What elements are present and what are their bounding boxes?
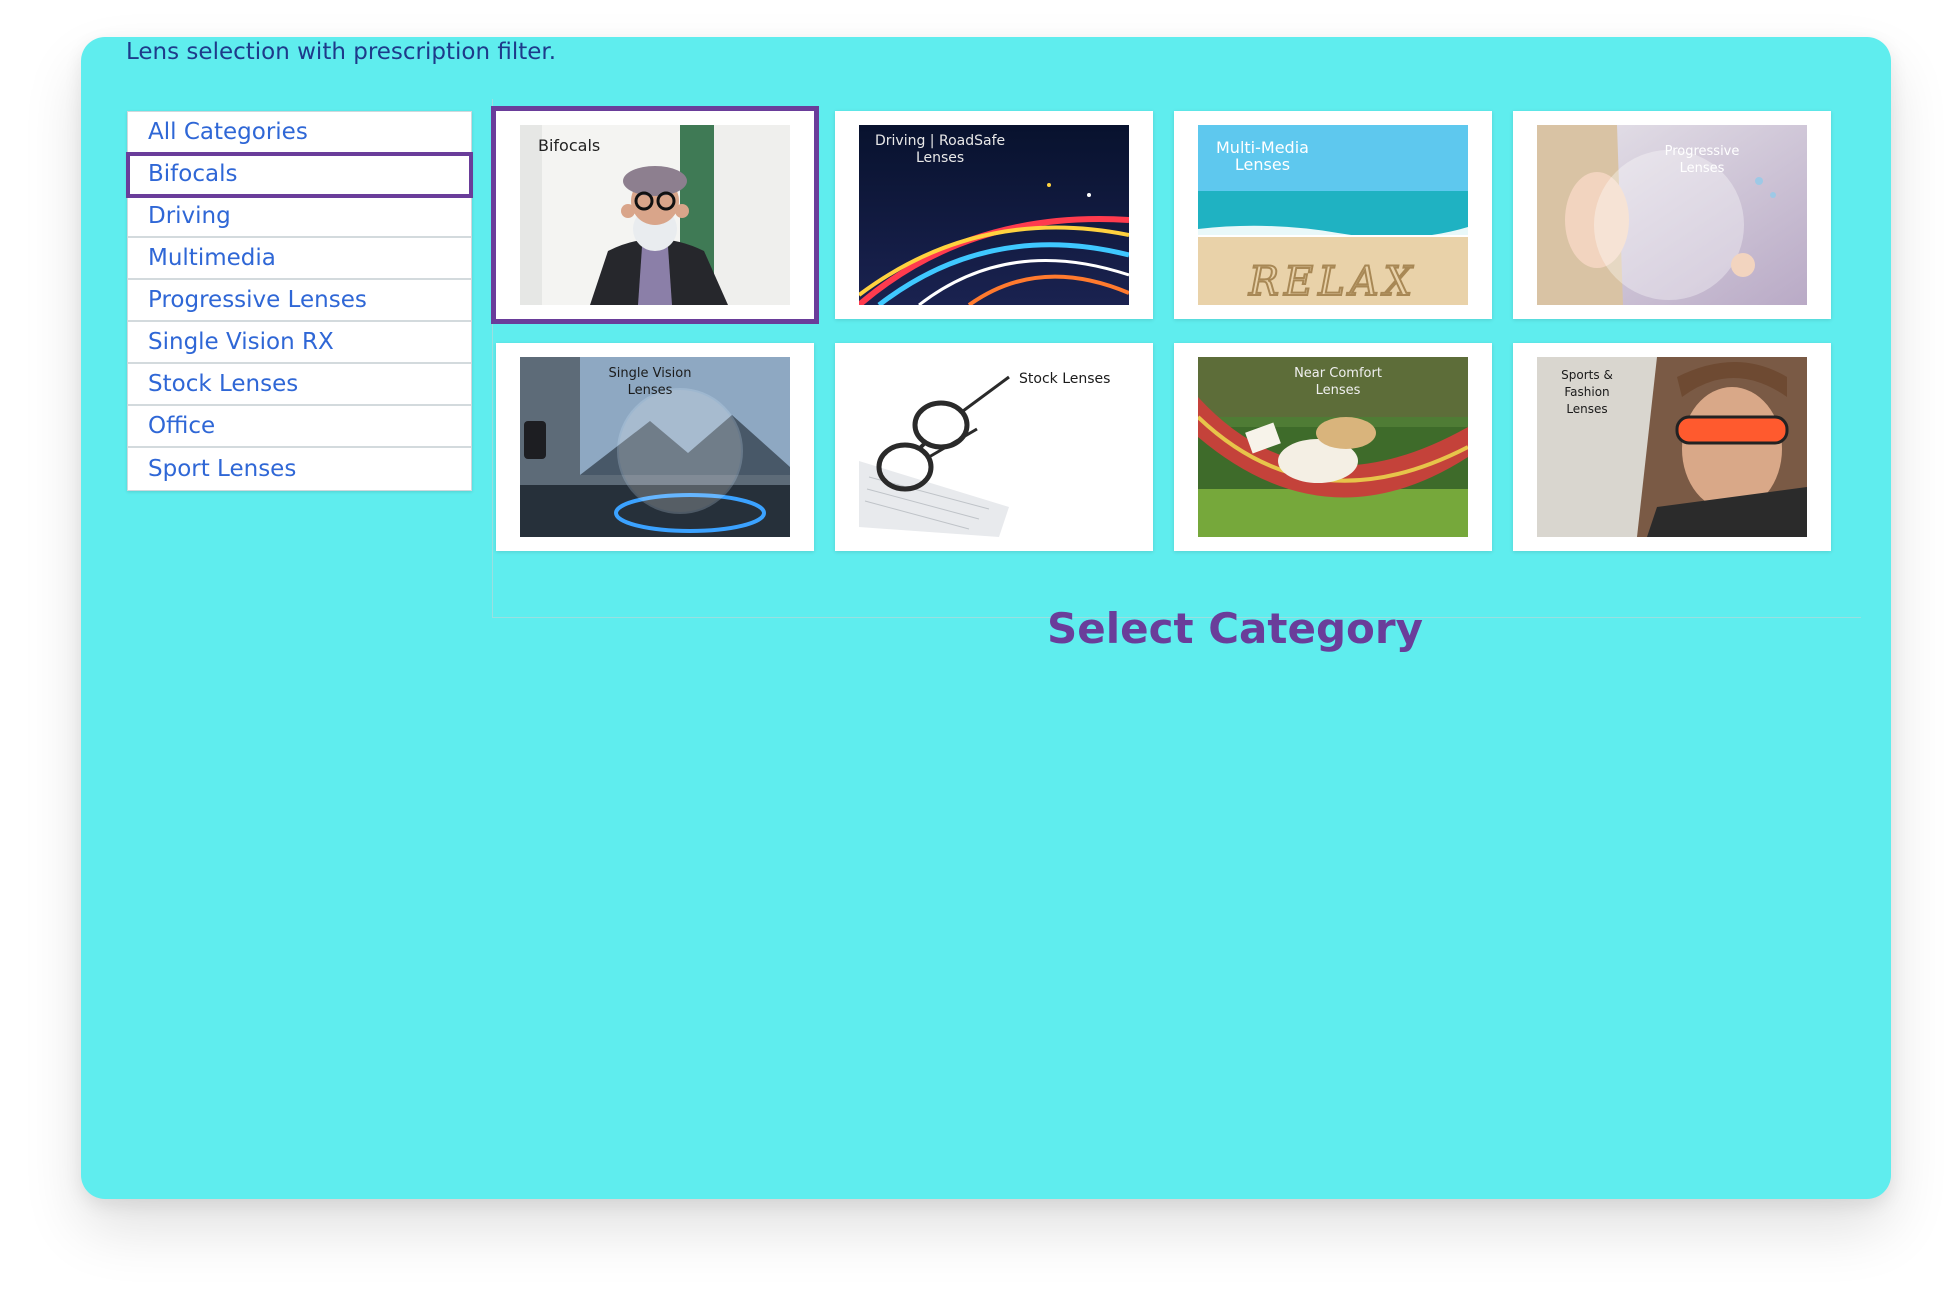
stock-lenses-image-text: Stock Lenses xyxy=(1019,371,1111,387)
multimedia-thumbnail: RELAX Multi-Media Lenses xyxy=(1198,125,1468,305)
sports-fashion-image-text: Sports & Fashion Lenses xyxy=(1561,368,1613,416)
sidebar-item-driving[interactable]: Driving xyxy=(128,196,471,238)
card-near-comfort[interactable]: Near Comfort Lenses xyxy=(1174,343,1492,551)
card-multimedia[interactable]: RELAX Multi-Media Lenses xyxy=(1174,111,1492,319)
category-sidebar: All Categories Bifocals Driving Multimed… xyxy=(126,111,473,491)
select-category-heading: Select Category xyxy=(1047,604,1423,653)
card-progressive-lenses[interactable]: Progressive Lenses xyxy=(1513,111,1831,319)
card-single-vision[interactable]: Single Vision Lenses xyxy=(496,343,814,551)
bifocals-thumbnail: Bifocals xyxy=(520,125,790,305)
driving-image-text: Driving | RoadSafe Lenses xyxy=(875,133,1006,166)
sidebar-item-stock-lenses[interactable]: Stock Lenses xyxy=(128,364,471,406)
card-sports-fashion[interactable]: Sports & Fashion Lenses xyxy=(1513,343,1831,551)
panel-caption: Lens selection with prescription filter. xyxy=(126,39,557,65)
multimedia-image-text: Multi-Media Lenses xyxy=(1216,138,1309,174)
near-comfort-image-text: Near Comfort Lenses xyxy=(1294,366,1382,398)
sidebar-item-office[interactable]: Office xyxy=(128,406,471,448)
svg-text:RELAX: RELAX xyxy=(1248,259,1417,305)
single-vision-thumbnail: Single Vision Lenses xyxy=(520,357,790,537)
sidebar-item-progressive-lenses[interactable]: Progressive Lenses xyxy=(128,280,471,322)
bifocals-image-text: Bifocals xyxy=(538,136,601,155)
progressive-thumbnail: Progressive Lenses xyxy=(1537,125,1807,305)
card-bifocals[interactable]: Bifocals xyxy=(491,106,819,324)
sidebar-item-all-categories[interactable]: All Categories xyxy=(128,112,471,154)
category-card-grid: Bifocals Driving | RoadSafe Lenses RELAX… xyxy=(491,99,1861,618)
sidebar-item-multimedia[interactable]: Multimedia xyxy=(128,238,471,280)
sidebar-item-single-vision-rx[interactable]: Single Vision RX xyxy=(128,322,471,364)
card-driving[interactable]: Driving | RoadSafe Lenses xyxy=(835,111,1153,319)
single-vision-image-text: Single Vision Lenses xyxy=(608,366,692,398)
sidebar-item-sport-lenses[interactable]: Sport Lenses xyxy=(128,448,471,490)
driving-thumbnail: Driving | RoadSafe Lenses xyxy=(859,125,1129,305)
stock-lenses-thumbnail: Stock Lenses xyxy=(859,357,1129,537)
card-stock-lenses[interactable]: Stock Lenses xyxy=(835,343,1153,551)
near-comfort-thumbnail: Near Comfort Lenses xyxy=(1198,357,1468,537)
sidebar-item-bifocals[interactable]: Bifocals xyxy=(126,152,473,198)
progressive-image-text: Progressive Lenses xyxy=(1664,144,1740,176)
lens-selection-panel: Lens selection with prescription filter.… xyxy=(81,37,1891,1199)
sports-fashion-thumbnail: Sports & Fashion Lenses xyxy=(1537,357,1807,537)
